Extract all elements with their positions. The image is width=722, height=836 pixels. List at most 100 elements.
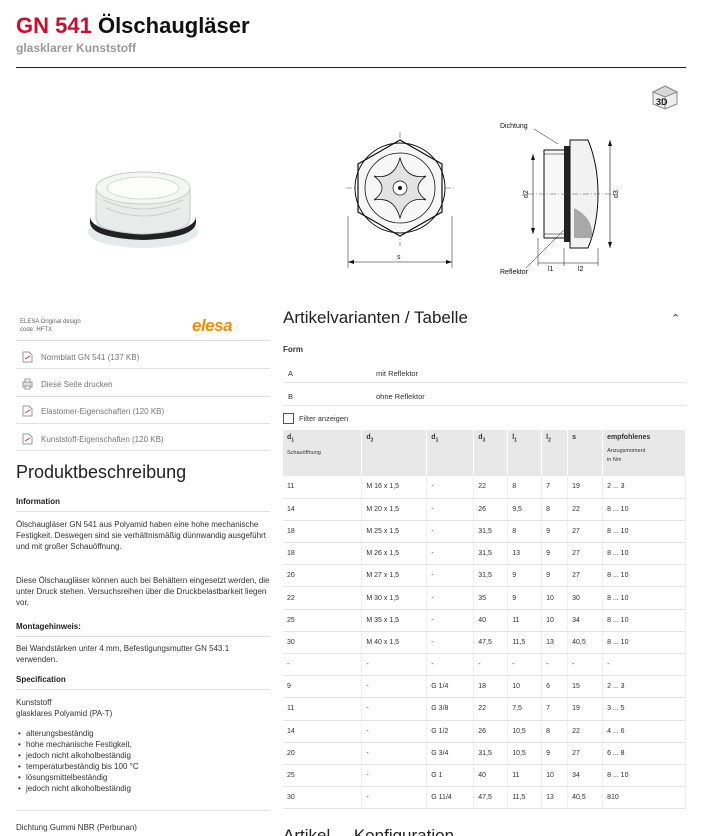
download-elastomer[interactable]: Elastomer-Eigenschaften (120 KB) bbox=[22, 405, 164, 417]
filter-toggle[interactable]: Filter anzeigen bbox=[283, 413, 348, 424]
collapse-icon[interactable]: ⌃ bbox=[671, 312, 680, 325]
table-cell: G 3/8 bbox=[426, 697, 475, 721]
3d-cube-icon[interactable]: 3D bbox=[650, 84, 680, 110]
label-dichtung: Dichtung bbox=[500, 123, 528, 130]
table-cell: 9 bbox=[541, 520, 569, 544]
table-cell: 10,5 bbox=[507, 720, 543, 743]
column-header: d3 bbox=[473, 430, 509, 476]
table-cell: 25 bbox=[283, 609, 363, 632]
table-cell: - bbox=[361, 786, 428, 810]
divider bbox=[16, 450, 270, 451]
table-cell: 4 ... 6 bbox=[602, 720, 686, 743]
table-row[interactable]: 11- G 3/8 22 7,5 7 19 3 ... 5 bbox=[283, 697, 686, 721]
table-cell: 13 bbox=[541, 631, 569, 655]
download-normblatt[interactable]: Normblatt GN 541 (137 KB) bbox=[22, 351, 139, 363]
table-row[interactable]: 25 M 35 x 1,5-40 11 10 34 8 ... 10 bbox=[283, 609, 686, 632]
table-cell: 11 bbox=[507, 764, 543, 788]
header-divider bbox=[16, 67, 686, 68]
table-cell: M 20 x 1,5 bbox=[361, 498, 428, 521]
table-cell: 8 ... 10 bbox=[602, 564, 686, 588]
column-header: l2 bbox=[541, 430, 569, 476]
table-cell: 25 bbox=[283, 764, 363, 788]
table-cell: 9 bbox=[541, 542, 569, 566]
divider bbox=[16, 636, 270, 637]
table-cell: 7,5 bbox=[507, 697, 543, 721]
product-image bbox=[88, 171, 198, 248]
table-row[interactable]: 14- G 1/2 26 10,5 8 22 4 ... 6 bbox=[283, 720, 686, 743]
table-cell: 8 bbox=[541, 498, 569, 521]
download-kunststoff[interactable]: Kunststoff-Eigenschaften (120 KB) bbox=[22, 433, 164, 445]
table-row[interactable]: 18 M 26 x 1,5-31,5 13 9 27 8 ... 10 bbox=[283, 542, 686, 566]
table-body: 11 M 16 x 1,5-22 8 7 19 2 ... 3 14 M 20 x 1,5-2… bbox=[283, 476, 686, 810]
column-header: s bbox=[567, 430, 604, 476]
table-cell: 10 bbox=[507, 675, 543, 699]
table-cell: 22 bbox=[283, 586, 363, 610]
print-label: Diese Seite drucken bbox=[41, 379, 113, 389]
table-row[interactable]: 18 M 25 x 1,5-31,5 8 9 27 8 ... 10 bbox=[283, 520, 686, 544]
table-cell: 34 bbox=[567, 609, 604, 632]
table-row[interactable]: 25- G 1 40 11 10 34 8 ... 10 bbox=[283, 764, 686, 788]
table-cell: - bbox=[473, 653, 509, 677]
document-icon bbox=[22, 433, 33, 445]
table-cell: 47,5 bbox=[473, 786, 509, 810]
table-row[interactable]: 20 M 27 x 1,5-31,5 9 9 27 8 ... 10 bbox=[283, 564, 686, 588]
table-row[interactable]: 9-G 1/4 18 10 6 15 2 ... 3 bbox=[283, 675, 686, 699]
table-cell: 18 bbox=[283, 542, 363, 566]
table-cell: 11,5 bbox=[507, 631, 543, 655]
form-value: mit Reflektor bbox=[376, 369, 419, 378]
divider bbox=[16, 810, 270, 811]
table-cell: - bbox=[426, 498, 475, 521]
table-cell: 40 bbox=[473, 764, 509, 788]
section-title: Produktbeschreibung bbox=[16, 462, 187, 482]
table-row[interactable]: 30- G 11/4 47,5 11,5 13 40,5 810 bbox=[283, 786, 686, 810]
cube-label: 3D bbox=[656, 97, 668, 107]
table-row[interactable]: 22 M 30 x 1,5-35 9 10 30 8 ... 10 bbox=[283, 586, 686, 610]
table-cell: 11 bbox=[283, 476, 363, 499]
table-cell: 27 bbox=[567, 564, 604, 588]
table-cell: 30 bbox=[567, 586, 604, 610]
divider bbox=[16, 511, 270, 512]
table-row[interactable]: -------- bbox=[283, 653, 686, 677]
form-row-a[interactable]: A mit Reflektor bbox=[283, 361, 686, 383]
header-subscript: 3 bbox=[482, 437, 486, 444]
table-cell: 8 ... 10 bbox=[602, 609, 686, 632]
table-cell: 22 bbox=[473, 476, 509, 499]
table-row[interactable]: 20- G 3/4 31,5 10,5 9 27 6 ... 8 bbox=[283, 742, 686, 765]
dim-d3: d3 bbox=[613, 190, 620, 198]
divider bbox=[16, 396, 270, 397]
page-subtitle: glasklarer Kunststoff bbox=[16, 41, 137, 55]
dim-l1: l1 bbox=[548, 266, 554, 273]
table-cell: - bbox=[567, 653, 604, 677]
variants-title: Artikelvarianten / Tabelle bbox=[283, 308, 468, 327]
table-cell: 11 bbox=[283, 697, 363, 721]
filter-checkbox[interactable] bbox=[283, 413, 294, 424]
table-cell: - bbox=[361, 697, 428, 721]
header-label: empfohlenes bbox=[607, 434, 651, 441]
bullet-continuation: jedoch nicht alkoholbeständig bbox=[16, 783, 270, 794]
table-row[interactable]: 14 M 20 x 1,5-26 9,5 8 22 8 ... 10 bbox=[283, 498, 686, 521]
table-cell: G 3/4 bbox=[426, 742, 475, 765]
info-text-2: Diese Ölschaugläser können auch bei Behä… bbox=[16, 576, 270, 607]
table-cell: - bbox=[361, 742, 428, 765]
column-header: d2 bbox=[361, 430, 428, 476]
table-cell: 31,5 bbox=[473, 742, 509, 765]
table-cell: - bbox=[541, 653, 569, 677]
download-label: Kunststoff-Eigenschaften (120 KB) bbox=[41, 434, 164, 444]
table-cell: M 16 x 1,5 bbox=[361, 476, 428, 499]
spec-heading: Specification bbox=[16, 674, 270, 685]
table-cell: 22 bbox=[473, 697, 509, 721]
table-cell: M 40 x 1,5 bbox=[361, 631, 428, 655]
print-page[interactable]: Diese Seite drucken bbox=[22, 378, 113, 390]
table-cell: 13 bbox=[507, 542, 543, 566]
table-cell: 7 bbox=[541, 697, 569, 721]
form-row-b[interactable]: B ohne Reflektor bbox=[283, 384, 686, 406]
table-cell: 8 ... 10 bbox=[602, 764, 686, 788]
table-row[interactable]: 30 M 40 x 1,5-47,5 11,5 13 40,5 8 ... 10 bbox=[283, 631, 686, 655]
bullet-item-cont: jedoch nicht alkoholbeständig bbox=[26, 751, 131, 760]
table-cell: 10 bbox=[541, 609, 569, 632]
table-row[interactable]: 11 M 16 x 1,5-22 8 7 19 2 ... 3 bbox=[283, 476, 686, 499]
table-cell: 40,5 bbox=[567, 631, 604, 655]
spec-line1: Kunststoff bbox=[16, 698, 52, 707]
table-cell: 19 bbox=[567, 476, 604, 499]
table-cell: 6 bbox=[541, 675, 569, 699]
